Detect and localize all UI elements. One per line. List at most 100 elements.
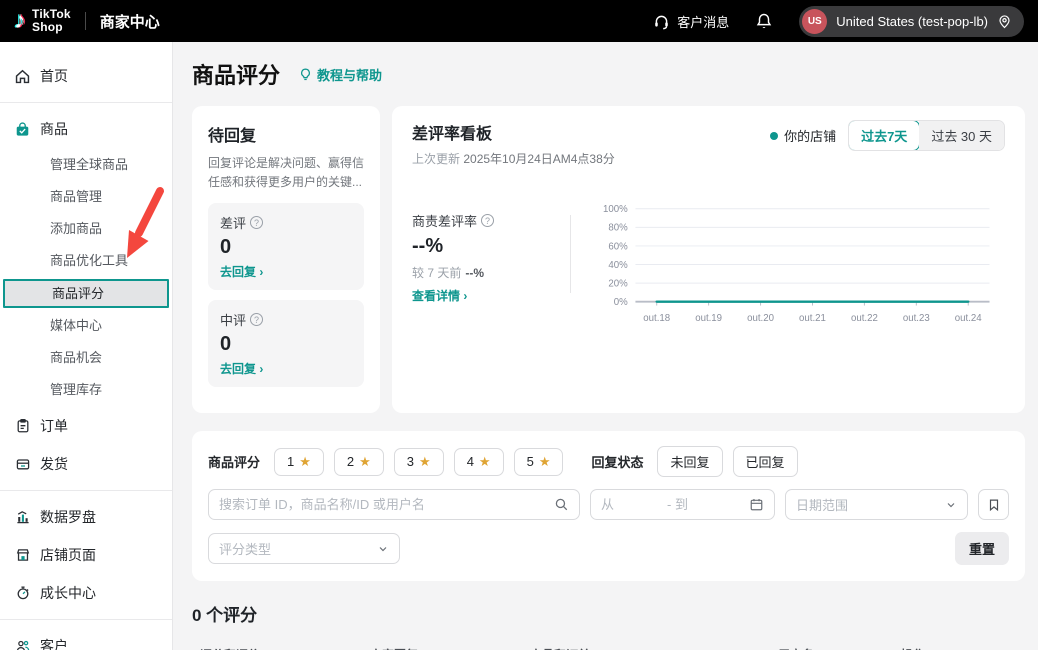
rating-filter-3-star[interactable]: 3★	[394, 448, 444, 476]
svg-text:out.20: out.20	[747, 313, 774, 324]
metric-compare: 较 7 天前 --%	[412, 264, 570, 281]
sidebar-subitem-product-management[interactable]: 商品管理	[0, 183, 172, 211]
rating-filter-4-star[interactable]: 4★	[454, 448, 504, 476]
sidebar: 首页 商品 管理全球商品 商品管理 添加商品 商品优化工具 商品评分 媒体中心 …	[0, 42, 173, 650]
sidebar-subitem-product-opportunities[interactable]: 商品机会	[0, 344, 172, 372]
sidebar-subitem-product-ratings[interactable]: 商品评分	[3, 279, 169, 308]
svg-text:100%: 100%	[603, 204, 628, 215]
sidebar-item-orders[interactable]: 订单	[0, 410, 172, 442]
sidebar-subitem-media-center[interactable]: 媒体中心	[0, 312, 172, 340]
main-content: 商品评分 教程与帮助 待回复 回复评论是解决问题、赢得信任感和获得更多用户的关键…	[173, 42, 1038, 650]
topbar: ♪ TikTok Shop 商家中心 客户消息 US United States	[0, 0, 1038, 42]
metric-label: 商责差评率	[412, 211, 477, 230]
sidebar-subitem-optimization-tools[interactable]: 商品优化工具	[0, 247, 172, 275]
reply-status-replied-button[interactable]: 已回复	[733, 446, 798, 477]
ratings-table-header: 评分和评价 商家回复 商品和订单 ID 用户名 操作	[192, 646, 1025, 650]
compare-label: 较 7 天前	[412, 266, 461, 280]
view-details-link[interactable]: 查看详情 ›	[412, 287, 570, 304]
date-to-input[interactable]	[667, 497, 719, 512]
neutral-review-reply-link[interactable]: 去回复 ›	[220, 360, 352, 377]
compare-value: --%	[465, 266, 484, 280]
sidebar-item-customers[interactable]: 客户	[0, 630, 172, 650]
calendar-icon	[749, 497, 764, 512]
svg-text:out.22: out.22	[851, 313, 878, 324]
bad-review-rate-dashboard: 差评率看板 上次更新 2025年10月24日AM4点38分 你的店铺 过去7天 …	[392, 106, 1025, 413]
reply-status-unreplied-button[interactable]: 未回复	[657, 446, 722, 477]
rating-type-select[interactable]: 评分类型	[208, 533, 400, 564]
svg-text:out.18: out.18	[643, 313, 670, 324]
neutral-review-card[interactable]: 中评 ? 0 去回复 ›	[208, 300, 364, 387]
sidebar-item-analytics[interactable]: 数据罗盘	[0, 501, 172, 533]
shipping-box-icon	[14, 456, 31, 473]
negative-review-reply-link[interactable]: 去回复 ›	[220, 263, 352, 280]
column-actions: 操作	[901, 646, 1025, 650]
date-range-field[interactable]	[590, 489, 775, 520]
dashboard-title: 差评率看板	[412, 120, 615, 144]
notifications-button[interactable]	[755, 12, 773, 30]
svg-text:40%: 40%	[608, 260, 628, 271]
app-title: 商家中心	[100, 11, 160, 32]
tutorial-help-link[interactable]: 教程与帮助	[298, 65, 382, 84]
range-30d-button[interactable]: 过去 30 天	[919, 121, 1004, 150]
sidebar-item-products-label: 商品	[40, 119, 68, 139]
svg-text:20%: 20%	[608, 278, 628, 289]
save-filter-button[interactable]	[978, 489, 1009, 520]
rating-1-text: 1	[287, 454, 294, 469]
customer-messages-button[interactable]: 客户消息	[653, 12, 729, 31]
sidebar-item-shop-pages-label: 店铺页面	[40, 545, 96, 565]
location-pin-icon	[997, 14, 1012, 29]
search-input[interactable]	[219, 497, 554, 512]
sidebar-item-shipping[interactable]: 发货	[0, 448, 172, 480]
rating-4-text: 4	[467, 454, 474, 469]
negative-review-label: 差评	[220, 213, 246, 232]
pending-reply-title: 待回复	[208, 122, 364, 146]
sidebar-subitem-inventory[interactable]: 管理库存	[0, 376, 172, 404]
storefront-icon	[14, 547, 31, 564]
sidebar-item-home-label: 首页	[40, 66, 68, 86]
account-region-selector[interactable]: US United States (test-pop-lb)	[799, 6, 1024, 37]
sidebar-item-home[interactable]: 首页	[0, 60, 172, 92]
svg-text:out.21: out.21	[799, 313, 826, 324]
time-range-toggle: 过去7天 过去 30 天	[848, 120, 1005, 151]
svg-text:out.23: out.23	[903, 313, 930, 324]
column-product-order-id: 商品和订单 ID	[530, 646, 778, 650]
rating-filter-5-star[interactable]: 5★	[514, 448, 564, 476]
tiktok-shop-logo[interactable]: ♪ TikTok Shop	[14, 8, 71, 33]
sidebar-item-growth[interactable]: 成长中心	[0, 577, 172, 609]
legend-dot-icon	[770, 132, 778, 140]
reset-button[interactable]: 重置	[955, 532, 1009, 565]
date-from-input[interactable]	[601, 497, 663, 512]
rating-filter-2-star[interactable]: 2★	[334, 448, 384, 476]
customers-icon	[14, 638, 31, 650]
search-field[interactable]	[208, 489, 580, 520]
sidebar-subitem-global-products[interactable]: 管理全球商品	[0, 151, 172, 179]
us-flag-badge: US	[802, 9, 827, 34]
column-username: 用户名	[778, 646, 901, 650]
sidebar-item-customers-label: 客户	[40, 636, 68, 650]
legend-label: 你的店铺	[784, 126, 836, 145]
headset-icon	[653, 13, 670, 30]
filter-panel: 商品评分 1★ 2★ 3★ 4★ 5★ 回复状态 未回复 已回复	[192, 431, 1025, 581]
range-7d-button[interactable]: 过去7天	[848, 120, 920, 151]
home-icon	[14, 68, 31, 85]
sidebar-item-shop-pages[interactable]: 店铺页面	[0, 539, 172, 571]
bad-review-chart: 0%20%40%60%80%100%out.18out.19out.20out.…	[589, 193, 1005, 331]
date-range-preset-select[interactable]: 日期范围	[785, 489, 968, 520]
svg-text:0%: 0%	[614, 297, 628, 308]
rating-filter-1-star[interactable]: 1★	[274, 448, 324, 476]
negative-review-card[interactable]: 差评 ? 0 去回复 ›	[208, 203, 364, 290]
svg-text:out.19: out.19	[695, 313, 722, 324]
question-circle-icon: ?	[250, 313, 263, 326]
reply-status-label: 回复状态	[591, 452, 643, 471]
rating-filter-label: 商品评分	[208, 452, 260, 471]
chart-container: 0%20%40%60%80%100%out.18out.19out.20out.…	[589, 193, 1005, 331]
last-updated-value: 2025年10月24日AM4点38分	[463, 152, 614, 166]
sidebar-item-products[interactable]: 商品	[0, 113, 172, 145]
star-icon: ★	[419, 454, 431, 470]
star-icon: ★	[299, 454, 311, 470]
chevron-down-icon	[945, 499, 957, 511]
date-range-preset-placeholder: 日期范围	[796, 495, 848, 514]
sidebar-subitem-add-product[interactable]: 添加商品	[0, 215, 172, 243]
clipboard-icon	[14, 418, 31, 435]
bad-review-rate-stats: 商责差评率 ? --% 较 7 天前--% 查看详情 ›	[412, 193, 570, 304]
